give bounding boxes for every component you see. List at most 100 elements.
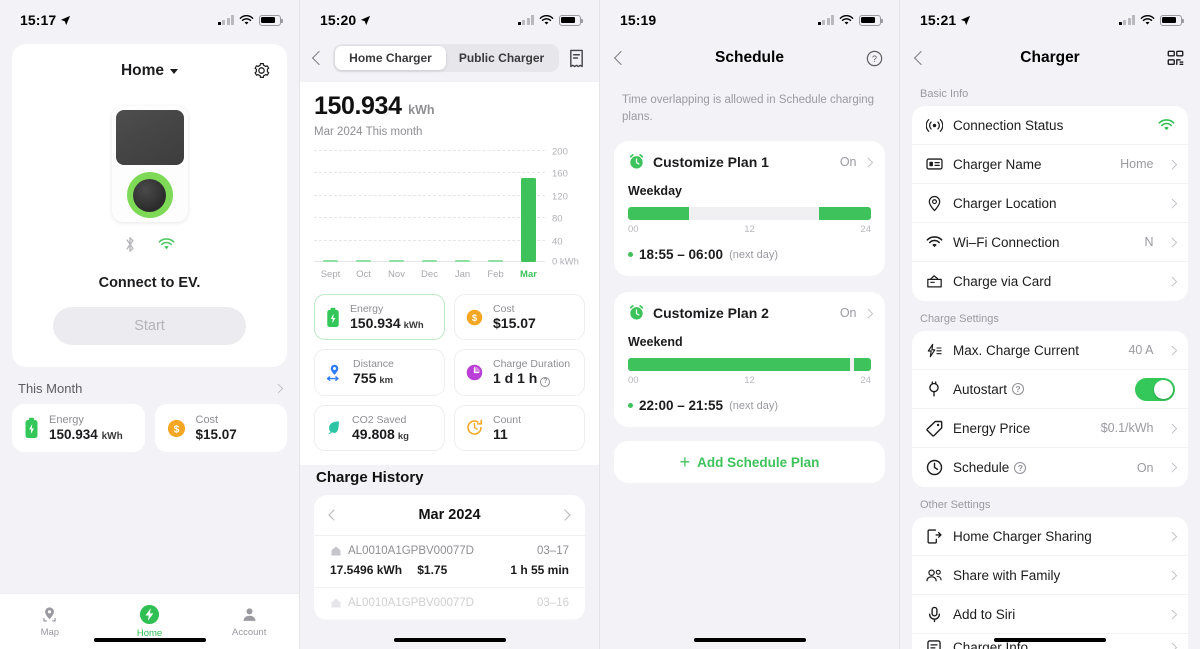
tab-map[interactable]: Map — [0, 594, 100, 649]
stat-card-energy[interactable]: Energy 150.934 kWh — [12, 404, 145, 452]
row-connection-status[interactable]: Connection Status — [912, 106, 1188, 145]
status-time: 15:17 — [20, 12, 57, 28]
charger-type-segmented-control: Home Charger Public Charger — [333, 44, 559, 72]
chevron-right-icon — [863, 157, 873, 167]
row-label: Max. Charge Current — [953, 342, 1080, 358]
location-pin-icon — [925, 195, 943, 212]
row-charger-name[interactable]: Charger Name Home — [912, 145, 1188, 184]
row-value: N — [1144, 235, 1154, 249]
history-serial: AL0010A1GPBV00077D — [348, 544, 474, 557]
row-label-text: Autostart — [953, 381, 1008, 397]
home-indicator — [93, 637, 206, 642]
device-display-panel — [115, 110, 184, 165]
schedule-note: Time overlapping is allowed in Schedule … — [622, 94, 875, 123]
back-button[interactable] — [913, 50, 929, 66]
cellular-signal-icon — [1118, 15, 1135, 25]
row-value: 40 A — [1128, 343, 1154, 357]
metric-card-cost[interactable]: $ Cost $15.07 — [454, 294, 585, 340]
segment-home-charger[interactable]: Home Charger — [335, 46, 446, 70]
tab-account[interactable]: Account — [199, 594, 299, 649]
row-autostart[interactable]: Autostart ? — [912, 370, 1188, 409]
wifi-icon — [925, 235, 943, 249]
tick-24: 24 — [860, 375, 871, 387]
plan-state: On — [839, 305, 857, 320]
bluetooth-icon — [126, 237, 134, 252]
plan-time-value: 18:55 – 06:00 — [639, 247, 724, 263]
metric-duration-text: Charge Duration 1 d 1 h ? — [493, 358, 570, 387]
location-arrow-icon — [61, 15, 71, 25]
signal-broadcast-icon — [925, 118, 943, 133]
plus-icon: + — [679, 452, 691, 473]
gear-icon[interactable] — [252, 61, 271, 80]
next-month-button[interactable] — [559, 508, 571, 521]
charger-selector[interactable]: Home — [121, 62, 179, 80]
receipt-icon[interactable] — [568, 49, 585, 68]
row-label: Autostart ? — [953, 381, 1025, 397]
add-schedule-plan-button[interactable]: + Add Schedule Plan — [614, 441, 885, 484]
autostart-toggle[interactable] — [1135, 377, 1175, 401]
row-label-text: Schedule — [953, 460, 1010, 475]
metric-energy-label: Energy — [350, 303, 384, 315]
row-wifi-connection[interactable]: Wi–Fi Connection N — [912, 223, 1188, 262]
svg-text:?: ? — [872, 53, 877, 63]
section-title-charge-settings: Charge Settings — [920, 313, 999, 325]
start-button[interactable]: Start — [53, 307, 246, 345]
metric-card-duration[interactable]: Charge Duration 1 d 1 h ? — [454, 349, 585, 396]
history-row[interactable]: AL0010A1GPBV00077D 03–17 17.5496 kWh $1.… — [314, 536, 585, 588]
stat-card-cost[interactable]: $ Cost $15.07 — [154, 404, 287, 452]
history-row[interactable]: AL0010A1GPBV00077D 03–16 — [314, 588, 585, 620]
screen-charger-settings: 15:21 Charger Basic Info Connection Stat… — [900, 0, 1200, 649]
metric-card-count[interactable]: Count 11 — [454, 404, 585, 451]
charge-history-title: Charge History — [316, 468, 424, 486]
question-circle-icon[interactable]: ? — [1014, 461, 1027, 474]
segment-public-charger[interactable]: Public Charger — [446, 46, 557, 70]
status-bar-charger: 15:21 — [900, 0, 1200, 40]
help-button[interactable]: ? — [866, 50, 883, 67]
back-button[interactable] — [613, 50, 629, 66]
status-left: 15:17 — [20, 12, 71, 28]
info-doc-icon — [925, 639, 943, 649]
home-card-header: Home — [26, 58, 273, 84]
row-add-to-siri[interactable]: Add to Siri — [912, 595, 1188, 634]
prev-month-button[interactable] — [328, 508, 340, 521]
chevron-right-icon — [1167, 276, 1177, 287]
row-charger-location[interactable]: Charger Location — [912, 184, 1188, 223]
row-charge-via-card[interactable]: Charge via Card — [912, 262, 1188, 301]
statistics-nav: Home Charger Public Charger — [300, 40, 599, 72]
tick-12: 12 — [744, 375, 755, 387]
clock-pie-icon — [466, 364, 483, 381]
question-circle-icon[interactable]: ? — [1012, 383, 1025, 395]
row-share-with-family[interactable]: Share with Family — [912, 556, 1188, 595]
share-device-icon — [925, 528, 943, 545]
row-home-charger-sharing[interactable]: Home Charger Sharing — [912, 517, 1188, 556]
y-tick-80: 80 — [552, 213, 563, 225]
wifi-icon — [239, 14, 254, 25]
back-button[interactable] — [311, 50, 327, 66]
tick-00: 00 — [628, 375, 639, 387]
metric-card-co2[interactable]: CO2 Saved 49.808 kg — [314, 404, 445, 451]
person-icon — [243, 608, 256, 621]
screen-schedule: 15:19 Schedule ? Time overlapping is all… — [600, 0, 900, 649]
charge-history-card: Mar 2024 AL0010A1GPBV00077D 03–17 17.549… — [314, 494, 585, 620]
history-row-top: AL0010A1GPBV00077D 03–16 — [330, 597, 569, 609]
y-tick-160: 160 — [552, 168, 568, 180]
this-month-header[interactable]: This Month — [0, 367, 299, 404]
row-label: Charge via Card — [953, 274, 1052, 289]
battery-icon — [327, 307, 339, 327]
question-circle-icon[interactable]: ? — [540, 376, 551, 387]
chevron-right-icon — [1167, 531, 1177, 541]
schedule-plan-card[interactable]: Customize Plan 1 On Weekday 00 12 24 18:… — [614, 141, 885, 277]
bar-column-oct — [347, 150, 380, 262]
schedule-plan-card[interactable]: Customize Plan 2 On Weekend 00 12 24 22:… — [614, 292, 885, 428]
metric-card-distance[interactable]: Distance 755 km — [314, 349, 445, 396]
metric-distance-number: 755 — [353, 370, 377, 387]
metric-card-energy[interactable]: Energy 150.934 kWh — [314, 294, 445, 340]
plan-next-day-label: (next day) — [729, 248, 778, 261]
metric-duration-label: Charge Duration — [493, 358, 571, 370]
row-schedule[interactable]: Schedule ? On — [912, 448, 1188, 487]
row-energy-price[interactable]: Energy Price $0.1/kWh — [912, 409, 1188, 448]
plan-header: Customize Plan 1 On — [628, 153, 873, 170]
row-max-charge-current[interactable]: Max. Charge Current 40 A — [912, 331, 1188, 370]
y-tick-200: 200 — [552, 146, 568, 158]
qr-scan-button[interactable] — [1167, 50, 1184, 67]
